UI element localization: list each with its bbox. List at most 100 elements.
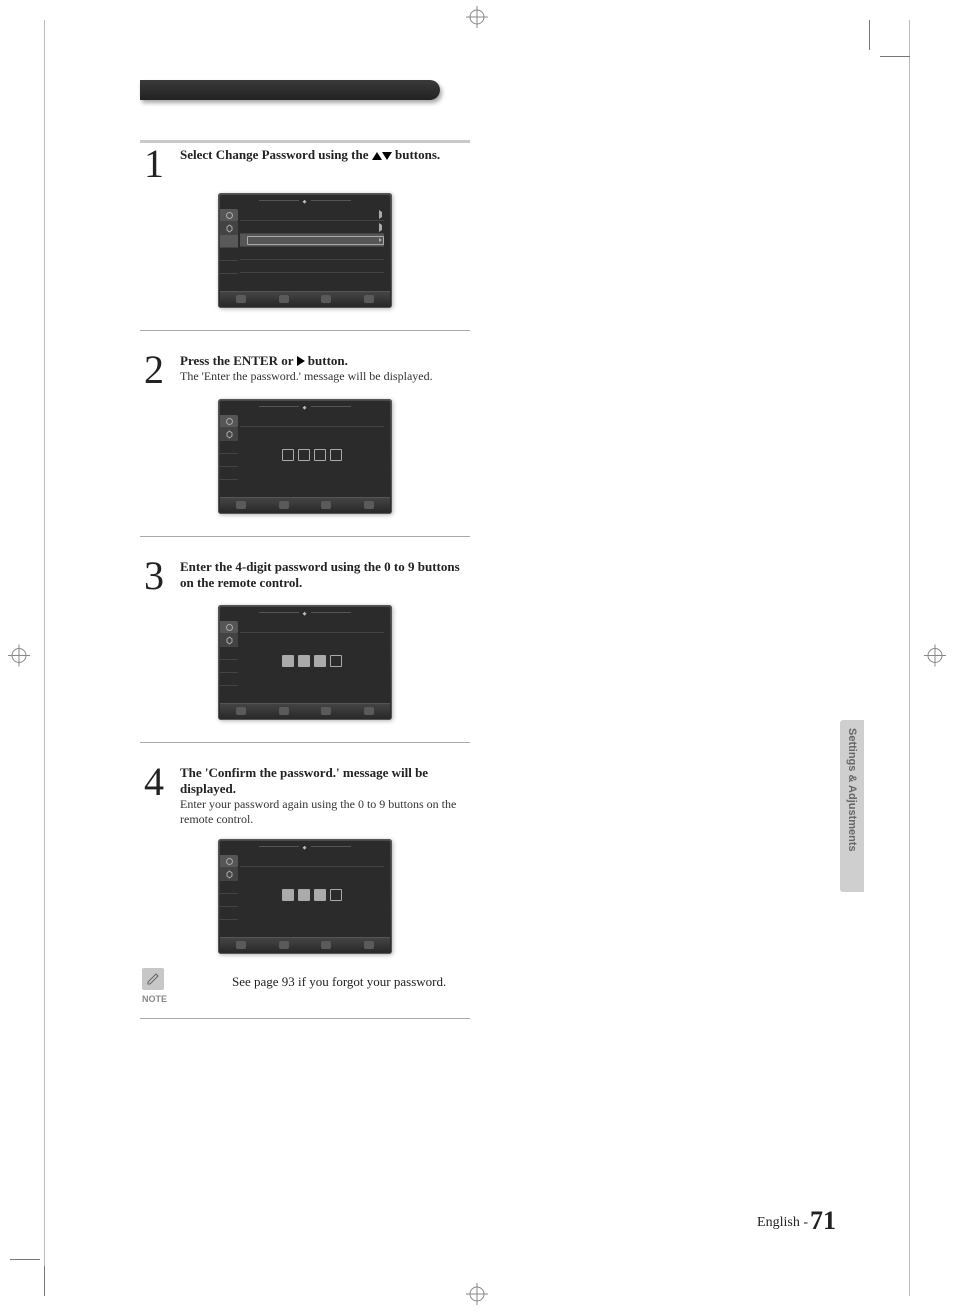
pin-box (314, 889, 326, 901)
tv-footer-button (279, 941, 289, 949)
rule (140, 140, 470, 143)
tv-menu-row (240, 681, 384, 693)
tv-footer (220, 703, 390, 718)
tv-menu-row (240, 414, 384, 427)
page-number: 71 (810, 1206, 836, 1235)
tv-tab-icon (220, 673, 238, 686)
down-icon (382, 152, 392, 160)
step-3: 3 Enter the 4-digit password using the 0… (140, 559, 470, 593)
step-subtext: Enter your password again using the 0 to… (180, 797, 470, 827)
tv-menu-row (240, 273, 384, 285)
tv-footer-button (236, 707, 246, 715)
pin-box (314, 655, 326, 667)
pin-box (282, 655, 294, 667)
rule (140, 330, 470, 331)
tv-footer-button (321, 501, 331, 509)
tv-footer-button (364, 501, 374, 509)
tv-menu-row (240, 475, 384, 487)
pencil-icon (142, 968, 164, 990)
tv-tab-icon (220, 235, 238, 248)
tv-menu-row-highlight (240, 234, 384, 247)
tv-footer-button (279, 707, 289, 715)
tv-screenshot-3: ◆ (218, 605, 392, 720)
tv-footer-button (236, 295, 246, 303)
tv-footer-button (364, 941, 374, 949)
tv-screenshot-4: ◆ (218, 839, 392, 954)
tv-tab-icon (220, 881, 238, 894)
tv-tab-icon (220, 248, 238, 261)
tv-tab-icon (220, 621, 238, 634)
tv-menu-row (240, 854, 384, 867)
tv-menu-row (240, 247, 384, 260)
pin-box (298, 889, 310, 901)
right-icon (297, 356, 305, 366)
tv-footer-button (236, 941, 246, 949)
pin-boxes (240, 449, 384, 461)
step-1: 1 Select Change Password using the butto… (140, 147, 470, 181)
tv-tab-icon (220, 467, 238, 480)
tv-tab-icon (220, 894, 238, 907)
tv-menu-row (240, 620, 384, 633)
tv-header: ◆ (220, 845, 390, 853)
tv-footer (220, 497, 390, 512)
tv-menu-row (240, 915, 384, 927)
trim-line (909, 20, 910, 1296)
tv-tab-icon (220, 868, 238, 881)
rule (140, 1018, 470, 1019)
note-text: See page 93 if you forgot your password. (232, 974, 446, 990)
step-subtext: The 'Enter the password.' message will b… (180, 369, 470, 384)
tv-footer-button (321, 295, 331, 303)
tv-footer-button (364, 707, 374, 715)
tv-tab-icon (220, 855, 238, 868)
rule (140, 742, 470, 743)
tv-menu-row (240, 208, 384, 221)
tv-footer-button (364, 295, 374, 303)
pin-box (282, 889, 294, 901)
tv-tab-icon (220, 261, 238, 274)
crop-mark-right (924, 645, 946, 672)
step-text: button. (305, 353, 348, 368)
step-number: 4 (140, 765, 168, 827)
corner-mark (10, 1259, 40, 1260)
tv-header: ◆ (220, 611, 390, 619)
tv-tab-icon (220, 454, 238, 467)
tv-screenshot-2: ◆ (218, 399, 392, 514)
pin-box (298, 449, 310, 461)
step-text: Enter the 4-digit password using the 0 t… (180, 559, 460, 590)
note-block: NOTE See page 93 if you forgot your pass… (140, 968, 470, 1004)
tv-tab-icon (220, 415, 238, 428)
tv-tab-icon (220, 209, 238, 222)
pin-box (282, 449, 294, 461)
step-4: 4 The 'Confirm the password.' message wi… (140, 765, 470, 827)
step-text: Press the ENTER or (180, 353, 297, 368)
tv-tab-icon (220, 907, 238, 920)
tv-footer-button (236, 501, 246, 509)
pin-box (298, 655, 310, 667)
pin-box (314, 449, 326, 461)
tv-footer-button (321, 707, 331, 715)
tv-tab-icon (220, 428, 238, 441)
trim-line (44, 20, 45, 1296)
corner-mark (869, 20, 870, 50)
tv-menu-row (240, 221, 384, 234)
tv-tab-icon (220, 634, 238, 647)
corner-mark (880, 56, 910, 57)
pin-box (330, 889, 342, 901)
footer-lang: English - (757, 1215, 808, 1230)
step-text: Select Change Password using the (180, 147, 372, 162)
step-number: 2 (140, 353, 168, 387)
pin-box (330, 655, 342, 667)
section-tab: Settings & Adjustments (840, 720, 864, 892)
tv-tab-icon (220, 222, 238, 235)
header-pill (140, 80, 440, 100)
up-icon (372, 152, 382, 160)
section-tab-label: Settings & Adjustments (846, 728, 858, 852)
tv-footer-button (279, 295, 289, 303)
tv-footer (220, 291, 390, 306)
step-number: 1 (140, 147, 168, 181)
crop-mark-bottom (466, 1283, 488, 1310)
tv-header: ◆ (220, 199, 390, 207)
step-text: buttons. (392, 147, 440, 162)
tv-tab-icon (220, 647, 238, 660)
tv-menu-row (240, 260, 384, 273)
